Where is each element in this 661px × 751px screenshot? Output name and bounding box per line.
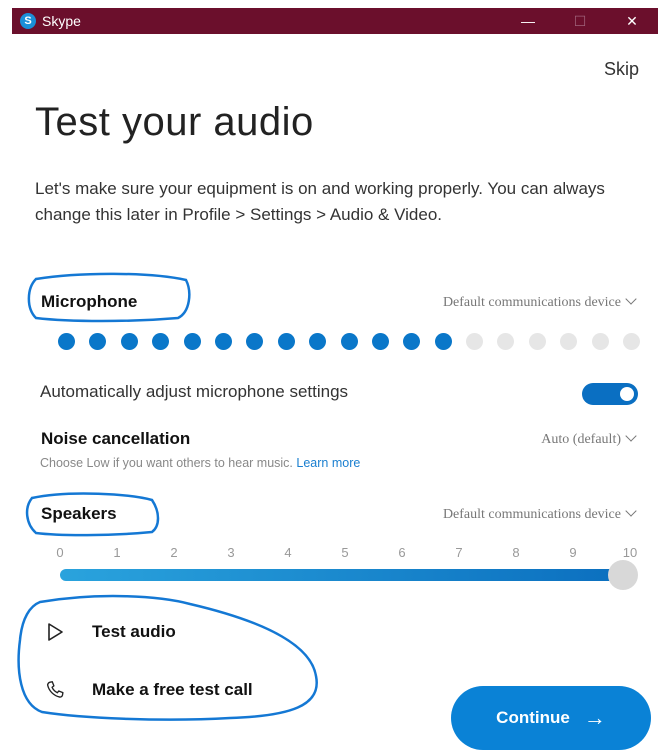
learn-more-link[interactable]: Learn more [296,456,360,470]
mic-level-dot [434,333,452,350]
chevron-down-icon [625,293,637,305]
noise-cancellation-hint: Choose Low if you want others to hear mu… [40,456,360,470]
window-title: Skype [42,13,81,29]
test-audio-label: Test audio [92,622,176,641]
window-titlebar: S Skype — ☐ ✕ [12,8,658,34]
maximize-button[interactable]: ☐ [554,8,606,34]
volume-tick-label: 3 [227,545,235,560]
volume-tick-label: 4 [284,545,292,560]
actions-annotation-circle [17,594,318,721]
chevron-down-icon [625,430,637,442]
volume-tick-label: 8 [512,545,520,560]
mic-level-dot [528,333,546,350]
volume-tick-label: 10 [622,545,638,560]
volume-tick-labels: 0 1 2 3 4 5 6 7 8 9 10 [55,545,640,563]
noise-cancellation-select[interactable]: Auto (default) [541,430,637,448]
toggle-knob [620,387,634,401]
hint-text: Choose Low if you want others to hear mu… [40,456,293,470]
volume-tick-label: 5 [341,545,349,560]
minimize-button[interactable]: — [502,8,554,34]
mic-level-dot [120,333,138,350]
microphone-device-select[interactable]: Default communications device [442,293,637,311]
test-call-button[interactable]: Make a free test call [42,679,253,701]
volume-tick-label: 0 [56,545,64,560]
page-title: Test your audio [35,100,314,144]
test-audio-button[interactable]: Test audio [42,621,176,643]
mic-level-dot [152,333,170,350]
volume-tick-label: 7 [455,545,463,560]
auto-adjust-label: Automatically adjust microphone settings [40,382,349,401]
volume-tick-label: 6 [398,545,406,560]
volume-tick-label: 2 [170,545,178,560]
mic-level-dot [466,333,484,350]
speaker-volume-handle[interactable] [608,560,638,590]
mic-level-dot [371,333,389,350]
mic-level-dot [497,333,515,350]
mic-level-dot [58,333,75,350]
test-call-label: Make a free test call [92,680,253,699]
mic-level-dot [340,333,358,350]
mic-level-dot [560,333,578,350]
mic-level-dot [309,333,327,350]
mic-level-dot [89,333,107,350]
chevron-down-icon [625,505,637,517]
noise-cancellation-label: Noise cancellation [41,429,191,448]
mic-level-dot [214,333,232,350]
skip-link[interactable]: Skip [604,59,639,80]
auto-adjust-toggle[interactable] [582,383,638,405]
speakers-label: Speakers [41,504,117,523]
speakers-device-value: Default communications device [442,507,621,522]
microphone-device-value: Default communications device [442,295,621,310]
speaker-volume-track[interactable] [60,569,625,581]
skype-logo-icon: S [20,13,36,29]
arrow-right-icon: → [583,705,606,730]
phone-icon [42,679,68,701]
mic-level-dot [403,333,421,350]
volume-tick-label: 1 [113,545,121,560]
volume-tick-label: 9 [569,545,577,560]
microphone-level-meter [58,333,641,350]
close-button[interactable]: ✕ [606,8,658,34]
mic-level-dot [246,333,264,350]
mic-level-dot [277,333,295,350]
speakers-device-select[interactable]: Default communications device [442,505,637,523]
mic-level-dot [183,333,201,350]
page-description: Let's make sure your equipment is on and… [35,179,605,224]
play-icon [42,621,68,643]
window-controls: — ☐ ✕ [502,8,658,34]
mic-level-dot [623,333,641,350]
continue-label: Continue [496,708,570,727]
noise-cancellation-value: Auto (default) [541,432,621,447]
microphone-label: Microphone [41,292,138,311]
continue-button[interactable]: Continue → [451,686,651,750]
mic-level-dot [591,333,609,350]
